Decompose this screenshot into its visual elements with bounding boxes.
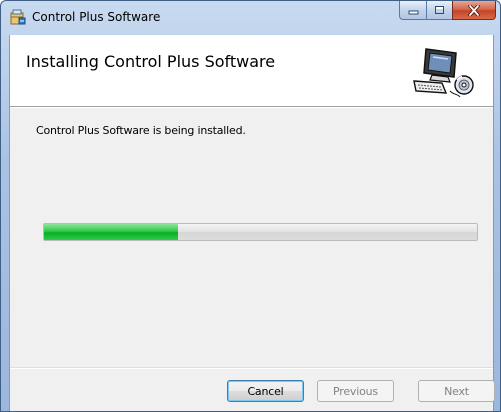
maximize-button[interactable] xyxy=(426,1,452,20)
computer-cd-icon xyxy=(413,48,474,98)
caption-buttons xyxy=(399,1,496,21)
progress-fill xyxy=(44,224,179,240)
close-icon xyxy=(468,4,480,16)
installer-window: Control Plus Software Installing Control… xyxy=(0,0,501,412)
page-title: Installing Control Plus Software xyxy=(26,52,276,71)
previous-button[interactable]: Previous xyxy=(317,380,394,402)
header-banner: Installing Control Plus Software xyxy=(10,35,493,107)
maximize-icon xyxy=(435,6,444,14)
cancel-button[interactable]: Cancel xyxy=(227,380,304,402)
close-button[interactable] xyxy=(452,1,496,20)
title-bar[interactable]: Control Plus Software xyxy=(1,1,500,35)
minimize-button[interactable] xyxy=(399,1,426,20)
dialog-client-area: Installing Control Plus Software Control… xyxy=(9,35,495,411)
next-button[interactable]: Next xyxy=(418,380,495,402)
footer-divider xyxy=(10,367,493,369)
minimize-icon xyxy=(408,10,418,14)
banner-divider xyxy=(10,107,493,108)
install-status-text: Control Plus Software is being installed… xyxy=(36,124,246,137)
window-title: Control Plus Software xyxy=(32,10,161,24)
installer-icon xyxy=(10,9,26,25)
install-progress-bar xyxy=(43,223,478,241)
